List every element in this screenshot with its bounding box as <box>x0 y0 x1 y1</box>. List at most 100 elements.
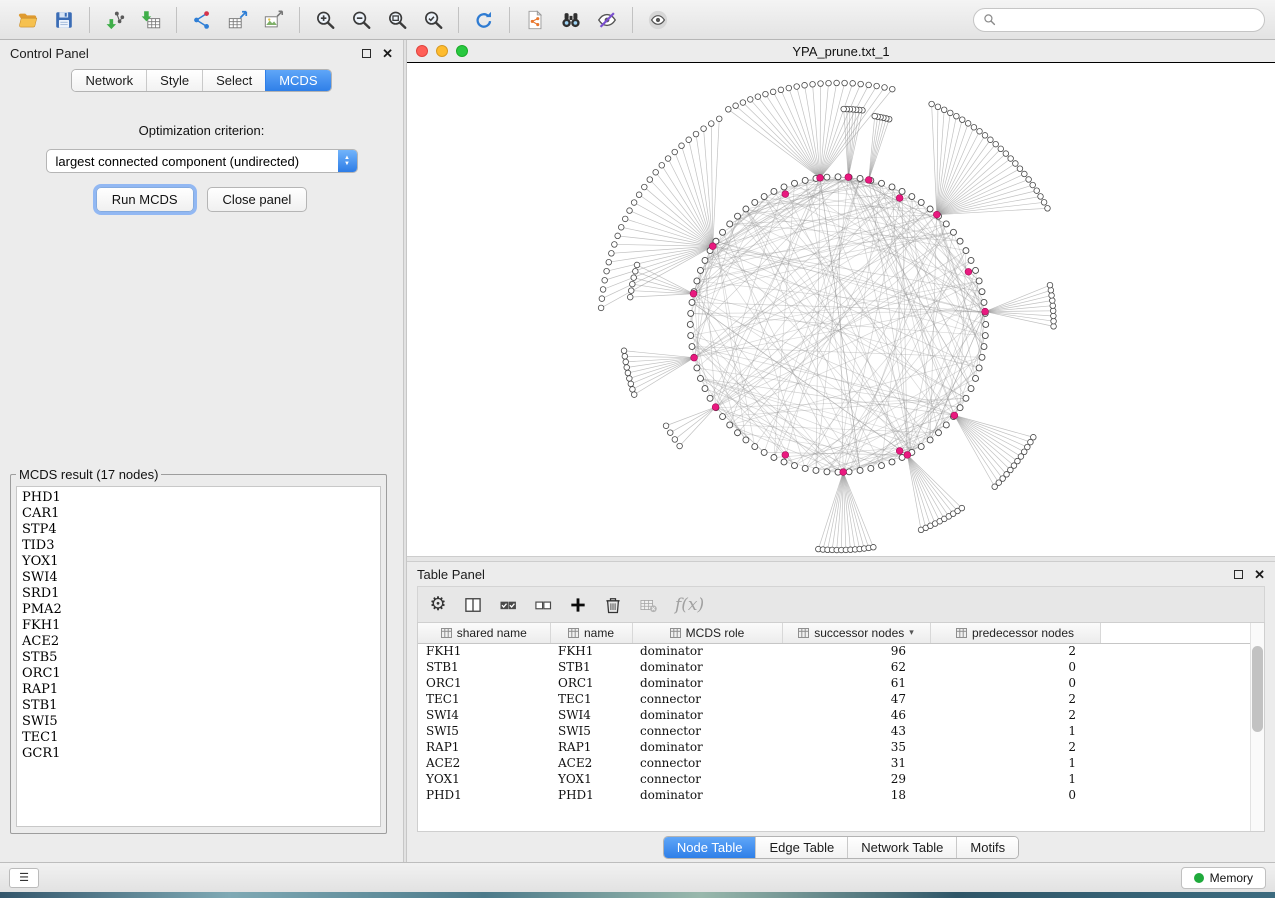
table-cell[interactable]: 0 <box>930 787 1100 803</box>
tab-style[interactable]: Style <box>146 70 202 91</box>
network-graph[interactable] <box>407 63 1275 556</box>
table-row[interactable]: ACE2ACE2connector311 <box>418 755 1250 771</box>
list-item[interactable]: STP4 <box>22 522 375 538</box>
import-table-button[interactable] <box>133 4 169 36</box>
table-cell[interactable]: connector <box>632 723 782 739</box>
table-cell[interactable]: SWI5 <box>550 723 632 739</box>
column-header[interactable]: shared name <box>418 623 550 643</box>
table-settings-button[interactable]: ⚙︎ <box>422 591 454 619</box>
tab-mcds[interactable]: MCDS <box>265 70 330 91</box>
create-column-button[interactable] <box>562 591 594 619</box>
list-item[interactable]: PMA2 <box>22 602 375 618</box>
save-button[interactable] <box>46 4 82 36</box>
table-cell[interactable]: 2 <box>930 691 1100 707</box>
table-cell[interactable]: TEC1 <box>550 691 632 707</box>
table-cell[interactable]: connector <box>632 771 782 787</box>
list-item[interactable]: YOX1 <box>22 554 375 570</box>
table-cell[interactable]: 47 <box>782 691 930 707</box>
refresh-button[interactable] <box>466 4 502 36</box>
table-cell[interactable]: dominator <box>632 659 782 675</box>
export-image-button[interactable] <box>256 4 292 36</box>
hide-selection-button[interactable] <box>589 4 625 36</box>
close-panel-button[interactable]: Close panel <box>207 187 308 212</box>
column-header[interactable]: predecessor nodes <box>930 623 1100 643</box>
function-builder-button[interactable]: f(x) <box>667 595 712 615</box>
tab-motifs[interactable]: Motifs <box>956 837 1018 858</box>
table-cell[interactable]: 61 <box>782 675 930 691</box>
table-cell[interactable]: 35 <box>782 739 930 755</box>
list-item[interactable]: TEC1 <box>22 730 375 746</box>
table-cell[interactable]: 46 <box>782 707 930 723</box>
list-item[interactable]: RAP1 <box>22 682 375 698</box>
table-cell[interactable]: 1 <box>930 723 1100 739</box>
show-columns-button[interactable] <box>457 591 489 619</box>
table-cell[interactable]: YOX1 <box>418 771 550 787</box>
export-network-button[interactable] <box>184 4 220 36</box>
table-cell[interactable]: connector <box>632 691 782 707</box>
clear-table-button[interactable] <box>632 591 664 619</box>
list-item[interactable]: ACE2 <box>22 634 375 650</box>
table-cell[interactable]: STB1 <box>418 659 550 675</box>
table-cell[interactable]: PHD1 <box>550 787 632 803</box>
list-item[interactable]: GCR1 <box>22 746 375 762</box>
table-cell[interactable]: SWI4 <box>418 707 550 723</box>
column-header[interactable]: MCDS role <box>632 623 782 643</box>
list-item[interactable]: SRD1 <box>22 586 375 602</box>
deselect-all-button[interactable] <box>527 591 559 619</box>
table-cell[interactable]: RAP1 <box>418 739 550 755</box>
tab-edge-table[interactable]: Edge Table <box>755 837 847 858</box>
export-document-button[interactable] <box>517 4 553 36</box>
column-header[interactable]: successor nodes▾ <box>782 623 930 643</box>
table-row[interactable]: RAP1RAP1dominator352 <box>418 739 1250 755</box>
table-row[interactable]: TEC1TEC1connector472 <box>418 691 1250 707</box>
float-panel-icon[interactable] <box>362 49 371 58</box>
task-history-button[interactable]: ☰ <box>9 868 39 888</box>
table-cell[interactable]: FKH1 <box>550 643 632 659</box>
table-cell[interactable]: 2 <box>930 707 1100 723</box>
delete-column-button[interactable] <box>597 591 629 619</box>
list-item[interactable]: SWI4 <box>22 570 375 586</box>
list-item[interactable]: FKH1 <box>22 618 375 634</box>
search-input[interactable] <box>1001 13 1255 27</box>
list-item[interactable]: ORC1 <box>22 666 375 682</box>
table-cell[interactable]: 18 <box>782 787 930 803</box>
run-mcds-button[interactable]: Run MCDS <box>96 187 194 212</box>
window-close-button[interactable] <box>416 45 428 57</box>
table-cell[interactable]: SWI4 <box>550 707 632 723</box>
tab-node-table[interactable]: Node Table <box>664 837 756 858</box>
table-cell[interactable]: YOX1 <box>550 771 632 787</box>
table-cell[interactable]: ACE2 <box>550 755 632 771</box>
table-scrollbar[interactable] <box>1250 623 1264 831</box>
table-row[interactable]: PHD1PHD1dominator180 <box>418 787 1250 803</box>
table-cell[interactable]: 2 <box>930 643 1100 659</box>
table-cell[interactable]: 0 <box>930 659 1100 675</box>
table-cell[interactable]: 1 <box>930 755 1100 771</box>
list-item[interactable]: TID3 <box>22 538 375 554</box>
tab-network[interactable]: Network <box>72 70 146 91</box>
table-row[interactable]: STB1STB1dominator620 <box>418 659 1250 675</box>
select-all-button[interactable] <box>492 591 524 619</box>
table-cell[interactable]: 96 <box>782 643 930 659</box>
network-canvas[interactable] <box>407 62 1275 556</box>
show-all-button[interactable] <box>640 4 676 36</box>
table-row[interactable]: ORC1ORC1dominator610 <box>418 675 1250 691</box>
list-item[interactable]: SWI5 <box>22 714 375 730</box>
column-header[interactable]: name <box>550 623 632 643</box>
close-table-panel-icon[interactable]: ✕ <box>1254 568 1265 581</box>
table-cell[interactable]: PHD1 <box>418 787 550 803</box>
open-file-button[interactable] <box>10 4 46 36</box>
tab-network-table[interactable]: Network Table <box>847 837 956 858</box>
table-cell[interactable]: TEC1 <box>418 691 550 707</box>
zoom-fit-button[interactable] <box>379 4 415 36</box>
table-cell[interactable]: ACE2 <box>418 755 550 771</box>
table-cell[interactable]: dominator <box>632 675 782 691</box>
table-row[interactable]: YOX1YOX1connector291 <box>418 771 1250 787</box>
scrollbar-thumb[interactable] <box>1252 646 1263 732</box>
zoom-in-button[interactable] <box>307 4 343 36</box>
table-cell[interactable]: dominator <box>632 739 782 755</box>
table-row[interactable]: SWI4SWI4dominator462 <box>418 707 1250 723</box>
table-row[interactable]: FKH1FKH1dominator962 <box>418 643 1250 659</box>
table-cell[interactable]: 43 <box>782 723 930 739</box>
table-cell[interactable]: 29 <box>782 771 930 787</box>
table-cell[interactable]: dominator <box>632 707 782 723</box>
